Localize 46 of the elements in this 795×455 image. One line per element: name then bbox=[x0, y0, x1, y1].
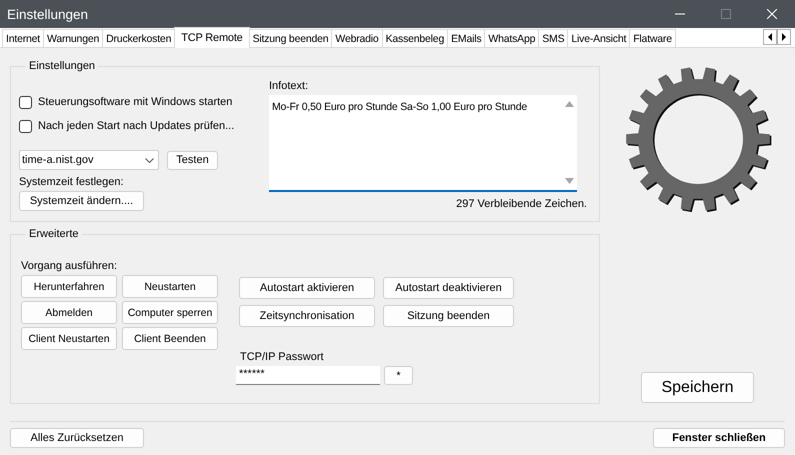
scroll-left-icon bbox=[766, 32, 774, 42]
scroll-right-icon bbox=[780, 32, 788, 42]
scroll-right-button[interactable] bbox=[777, 29, 791, 45]
close-icon bbox=[767, 9, 777, 19]
show-password-button[interactable]: * bbox=[384, 366, 413, 385]
group-title: Einstellungen bbox=[28, 60, 96, 72]
save-button[interactable]: Speichern bbox=[641, 372, 754, 403]
checkbox-label: Nach jeden Start nach Updates prüfen... bbox=[38, 120, 234, 132]
password-field[interactable]: ****** bbox=[236, 366, 380, 385]
scroll-left-button[interactable] bbox=[763, 29, 777, 45]
system-time-label: Systemzeit festlegen: bbox=[19, 176, 125, 188]
group-title: Erweiterte bbox=[28, 228, 80, 240]
tab[interactable]: Flatware bbox=[629, 29, 676, 47]
action-button[interactable]: Computer sperren bbox=[122, 301, 218, 324]
tab[interactable]: Kassenbeleg bbox=[382, 29, 448, 47]
checkbox[interactable] bbox=[19, 120, 32, 132]
window-title: Einstellungen bbox=[6, 6, 90, 22]
checkbox[interactable] bbox=[19, 96, 32, 108]
action-button[interactable]: Abmelden bbox=[21, 301, 117, 324]
tab[interactable]: WhatsApp bbox=[484, 29, 540, 47]
chevron-down-icon bbox=[145, 158, 154, 162]
tab[interactable]: Internet bbox=[2, 29, 44, 47]
reset-button[interactable]: Alles Zurücksetzen bbox=[10, 428, 144, 448]
tab[interactable]: TCP Remote bbox=[174, 27, 250, 48]
action-button[interactable]: Client Beenden bbox=[122, 327, 218, 350]
checkbox-label: Steuerungsoftware mit Windows starten bbox=[38, 96, 232, 108]
gear-icon bbox=[626, 67, 771, 212]
test-button[interactable]: Testen bbox=[167, 150, 218, 170]
remaining-characters: 297 Verbleibende Zeichen. bbox=[456, 198, 587, 210]
maximize-icon bbox=[721, 9, 731, 19]
dropdown-value: time-a.nist.gov bbox=[22, 154, 94, 166]
action-button[interactable]: Herunterfahren bbox=[21, 275, 117, 298]
tab[interactable]: Warnungen bbox=[43, 29, 104, 47]
action-button[interactable]: Sitzung beenden bbox=[383, 305, 514, 327]
change-time-button[interactable]: Systemzeit ändern.... bbox=[19, 191, 144, 211]
close-window-button[interactable]: Fenster schließen bbox=[653, 428, 785, 448]
action-button[interactable]: Autostart aktivieren bbox=[239, 277, 375, 299]
action-button[interactable]: Neustarten bbox=[122, 275, 218, 298]
password-label: TCP/IP Passwort bbox=[240, 351, 325, 363]
actions-label: Vorgang ausführen: bbox=[21, 260, 118, 272]
action-button[interactable]: Zeitsynchronisation bbox=[239, 305, 375, 327]
tab[interactable]: Sitzung beenden bbox=[248, 29, 332, 47]
action-button[interactable]: Autostart deaktivieren bbox=[383, 277, 514, 299]
server-dropdown[interactable]: time-a.nist.gov bbox=[19, 150, 159, 170]
field-label: Infotext: bbox=[269, 80, 310, 92]
action-button[interactable]: Client Neustarten bbox=[21, 327, 117, 350]
